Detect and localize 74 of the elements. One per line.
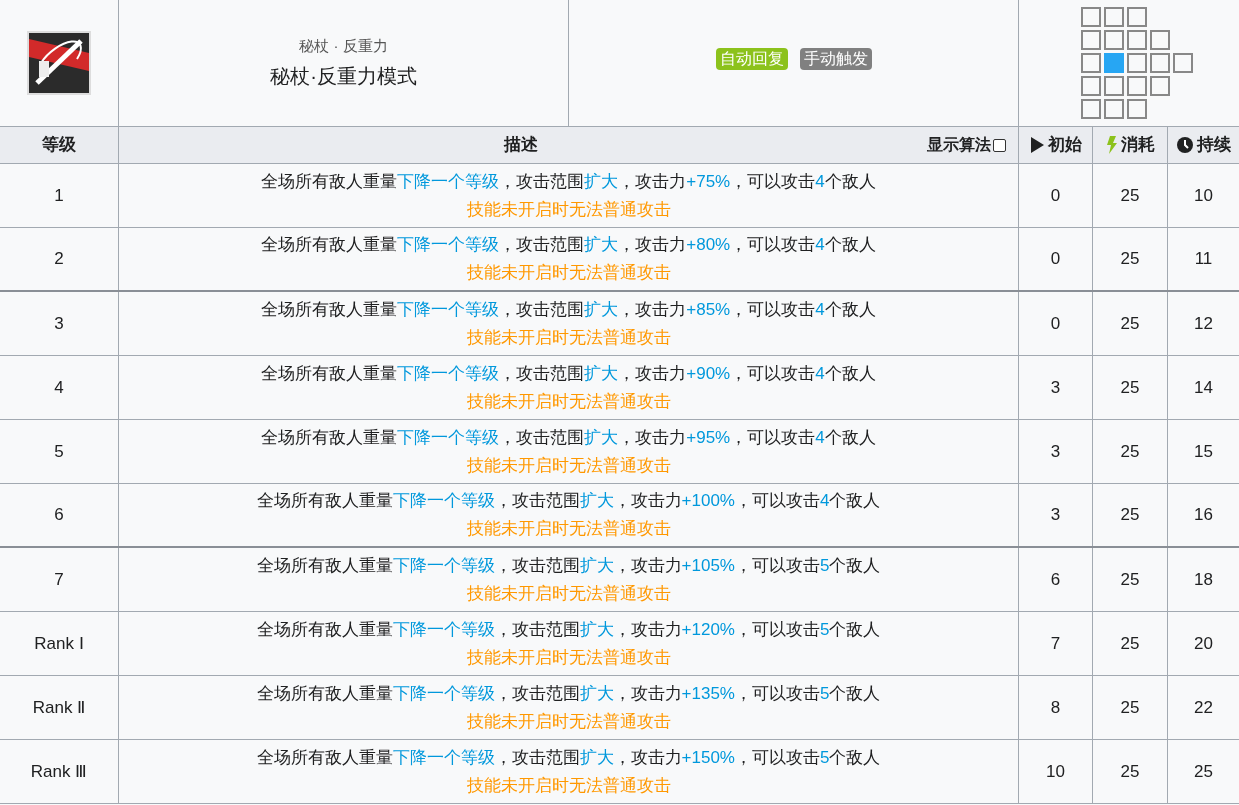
table-cell-text: 10 xyxy=(1046,760,1065,783)
table-cell-text: 3 xyxy=(1050,440,1061,463)
table-cell-text: 10 xyxy=(1194,184,1213,207)
note-text: 技能未开启时无法普通攻击 xyxy=(466,774,671,797)
level-cell-text: 1 xyxy=(54,184,64,207)
table-cell-text: 0 xyxy=(1050,248,1061,271)
description-text: 全场所有敌人重量下降一个等级，攻击范围扩大，攻击力+85%，可以攻击4个敌人 xyxy=(261,298,876,321)
table-cell-text: 25 xyxy=(1120,248,1140,271)
description-text: 全场所有敌人重量下降一个等级，攻击范围扩大，攻击力+95%，可以攻击4个敌人 xyxy=(261,426,876,449)
table-cell-text: 25 xyxy=(1194,760,1213,783)
table-cell-text: 25 xyxy=(1120,504,1140,527)
skill-icon xyxy=(27,31,91,95)
table-cell-text: 25 xyxy=(1120,632,1140,655)
column-header: 初始 xyxy=(1047,134,1082,157)
level-cell-text: 5 xyxy=(54,440,64,463)
table-cell-text: 18 xyxy=(1194,568,1213,591)
table-cell-text: 25 xyxy=(1120,184,1140,207)
table-cell-text: 8 xyxy=(1050,696,1061,719)
table-cell-text: 16 xyxy=(1194,504,1213,527)
description-text: 全场所有敌人重量下降一个等级，攻击范围扩大，攻击力+75%，可以攻击4个敌人 xyxy=(261,170,876,193)
column-header: 描述 xyxy=(504,134,538,157)
description-text: 全场所有敌人重量下降一个等级，攻击范围扩大，攻击力+90%，可以攻击4个敌人 xyxy=(261,362,876,385)
description-text: 全场所有敌人重量下降一个等级，攻击范围扩大，攻击力+120%，可以攻击5个敌人 xyxy=(256,618,881,641)
column-header: 等级 xyxy=(42,134,76,157)
description-text: 全场所有敌人重量下降一个等级，攻击范围扩大，攻击力+80%，可以攻击4个敌人 xyxy=(261,234,876,256)
note-text: 技能未开启时无法普通攻击 xyxy=(466,646,671,669)
table-cell-text: 0 xyxy=(1050,312,1061,335)
description-text: 全场所有敌人重量下降一个等级，攻击范围扩大，攻击力+105%，可以攻击5个敌人 xyxy=(256,554,881,577)
skill-subtitle: 秘杖 · 反重力 xyxy=(299,35,388,56)
table-cell-text: 25 xyxy=(1120,312,1140,335)
description-text: 全场所有敌人重量下降一个等级，攻击范围扩大，攻击力+150%，可以攻击5个敌人 xyxy=(256,746,881,769)
table-cell-text: 22 xyxy=(1194,696,1213,719)
note-text: 技能未开启时无法普通攻击 xyxy=(466,710,671,733)
description-text: 全场所有敌人重量下降一个等级，攻击范围扩大，攻击力+135%，可以攻击5个敌人 xyxy=(256,682,881,705)
note-text: 技能未开启时无法普通攻击 xyxy=(466,326,671,349)
column-header: 消耗 xyxy=(1120,134,1155,157)
table-cell-text: 14 xyxy=(1194,376,1213,399)
table-cell-text: 0 xyxy=(1050,184,1061,207)
table-cell-text: 7 xyxy=(1050,632,1061,655)
column-header: 持续 xyxy=(1196,134,1231,157)
level-cell-text: 6 xyxy=(54,504,64,527)
level-cell-text: 2 xyxy=(54,248,64,271)
play-icon xyxy=(1029,137,1044,153)
note-text: 技能未开启时无法普通攻击 xyxy=(466,582,671,605)
level-cell-text: Rank Ⅰ xyxy=(34,632,84,655)
clock-icon xyxy=(1176,137,1193,153)
note-text: 技能未开启时无法普通攻击 xyxy=(466,454,671,477)
level-cell-text: 3 xyxy=(54,312,64,335)
skill-name: 秘杖·反重力模式 xyxy=(270,64,417,90)
table-cell-text: 11 xyxy=(1194,248,1213,271)
table-cell-text: 25 xyxy=(1120,376,1140,399)
level-cell-text: Rank Ⅲ xyxy=(30,760,88,783)
note-text: 技能未开启时无法普通攻击 xyxy=(466,518,671,540)
note-text: 技能未开启时无法普通攻击 xyxy=(466,390,671,413)
table-cell-text: 3 xyxy=(1050,376,1061,399)
table-cell-text: 15 xyxy=(1194,440,1213,463)
table-cell-text: 25 xyxy=(1120,696,1140,719)
table-cell-text: 12 xyxy=(1194,312,1213,335)
level-cell-text: 7 xyxy=(54,568,64,591)
tag: 自动回复 xyxy=(715,48,788,70)
note-text: 技能未开启时无法普通攻击 xyxy=(466,262,671,284)
table-cell-text: 25 xyxy=(1120,568,1140,591)
tag: 手动触发 xyxy=(799,48,872,70)
lightning-icon xyxy=(1105,136,1117,154)
table-cell-text: 25 xyxy=(1120,440,1140,463)
table-cell-text: 20 xyxy=(1194,632,1213,655)
table-cell-text: 6 xyxy=(1050,568,1061,591)
level-cell-text: Rank Ⅱ xyxy=(32,696,86,719)
table-cell-text: 25 xyxy=(1120,760,1140,783)
show-formula-checkbox[interactable]: 显示算法 xyxy=(927,133,1006,157)
table-cell-text: 3 xyxy=(1050,504,1061,527)
note-text: 技能未开启时无法普通攻击 xyxy=(466,198,671,221)
level-cell-text: 4 xyxy=(54,376,64,399)
description-text: 全场所有敌人重量下降一个等级，攻击范围扩大，攻击力+100%，可以攻击4个敌人 xyxy=(256,490,881,512)
